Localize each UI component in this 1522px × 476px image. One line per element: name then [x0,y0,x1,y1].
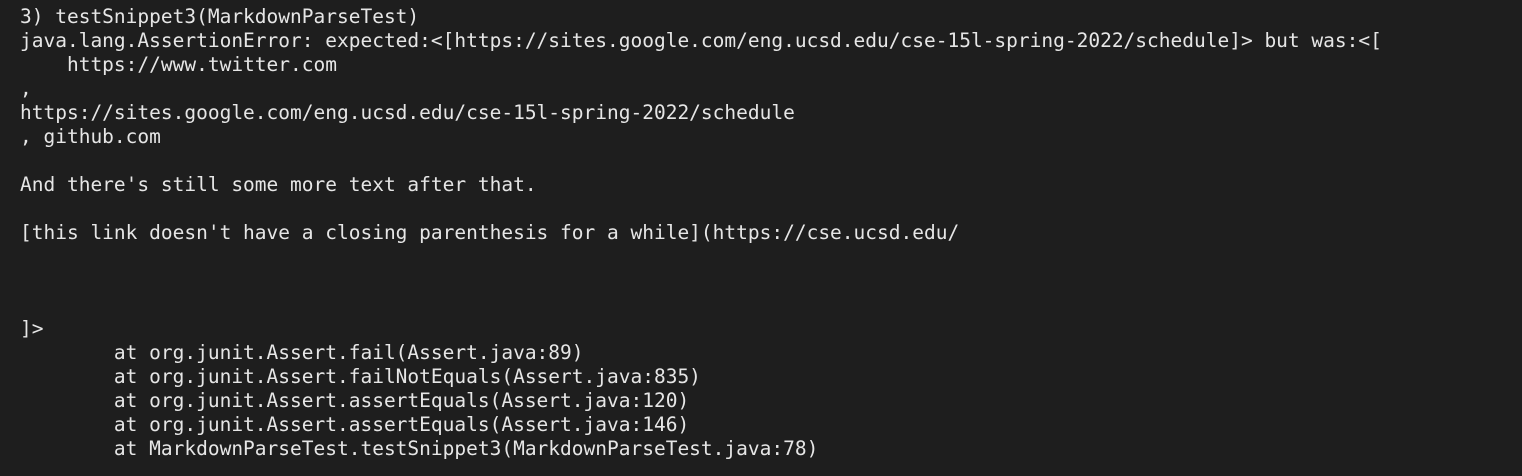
terminal-lines: 3) testSnippet3(MarkdownParseTest) java.… [20,0,1382,461]
terminal-output: 3) testSnippet3(MarkdownParseTest) java.… [0,0,1522,476]
output-line-blank [20,149,1382,173]
output-line-blank [20,293,1382,317]
output-line-blank [20,245,1382,269]
output-line: And there's still some more text after t… [20,173,537,196]
stack-trace-line: at MarkdownParseTest.testSnippet3(Markdo… [20,437,819,460]
output-line: [this link doesn't have a closing parent… [20,221,960,244]
stack-trace-line: at org.junit.Assert.fail(Assert.java:89) [20,341,584,364]
output-line: ]> [20,317,44,340]
output-line: , github.com [20,125,161,148]
output-line: , [20,77,32,100]
output-line: https://www.twitter.com [20,53,337,76]
stack-trace-line: at org.junit.Assert.failNotEquals(Assert… [20,365,701,388]
output-line: https://sites.google.com/eng.ucsd.edu/cs… [20,101,795,124]
stack-trace-line: at org.junit.Assert.assertEquals(Assert.… [20,389,690,412]
stack-trace-line: at org.junit.Assert.assertEquals(Assert.… [20,413,690,436]
output-line-blank [20,197,1382,221]
output-line-blank [20,269,1382,293]
output-line-test-name: 3) testSnippet3(MarkdownParseTest) [20,5,420,28]
output-line-assertion-error: java.lang.AssertionError: expected:<[htt… [20,29,1382,52]
